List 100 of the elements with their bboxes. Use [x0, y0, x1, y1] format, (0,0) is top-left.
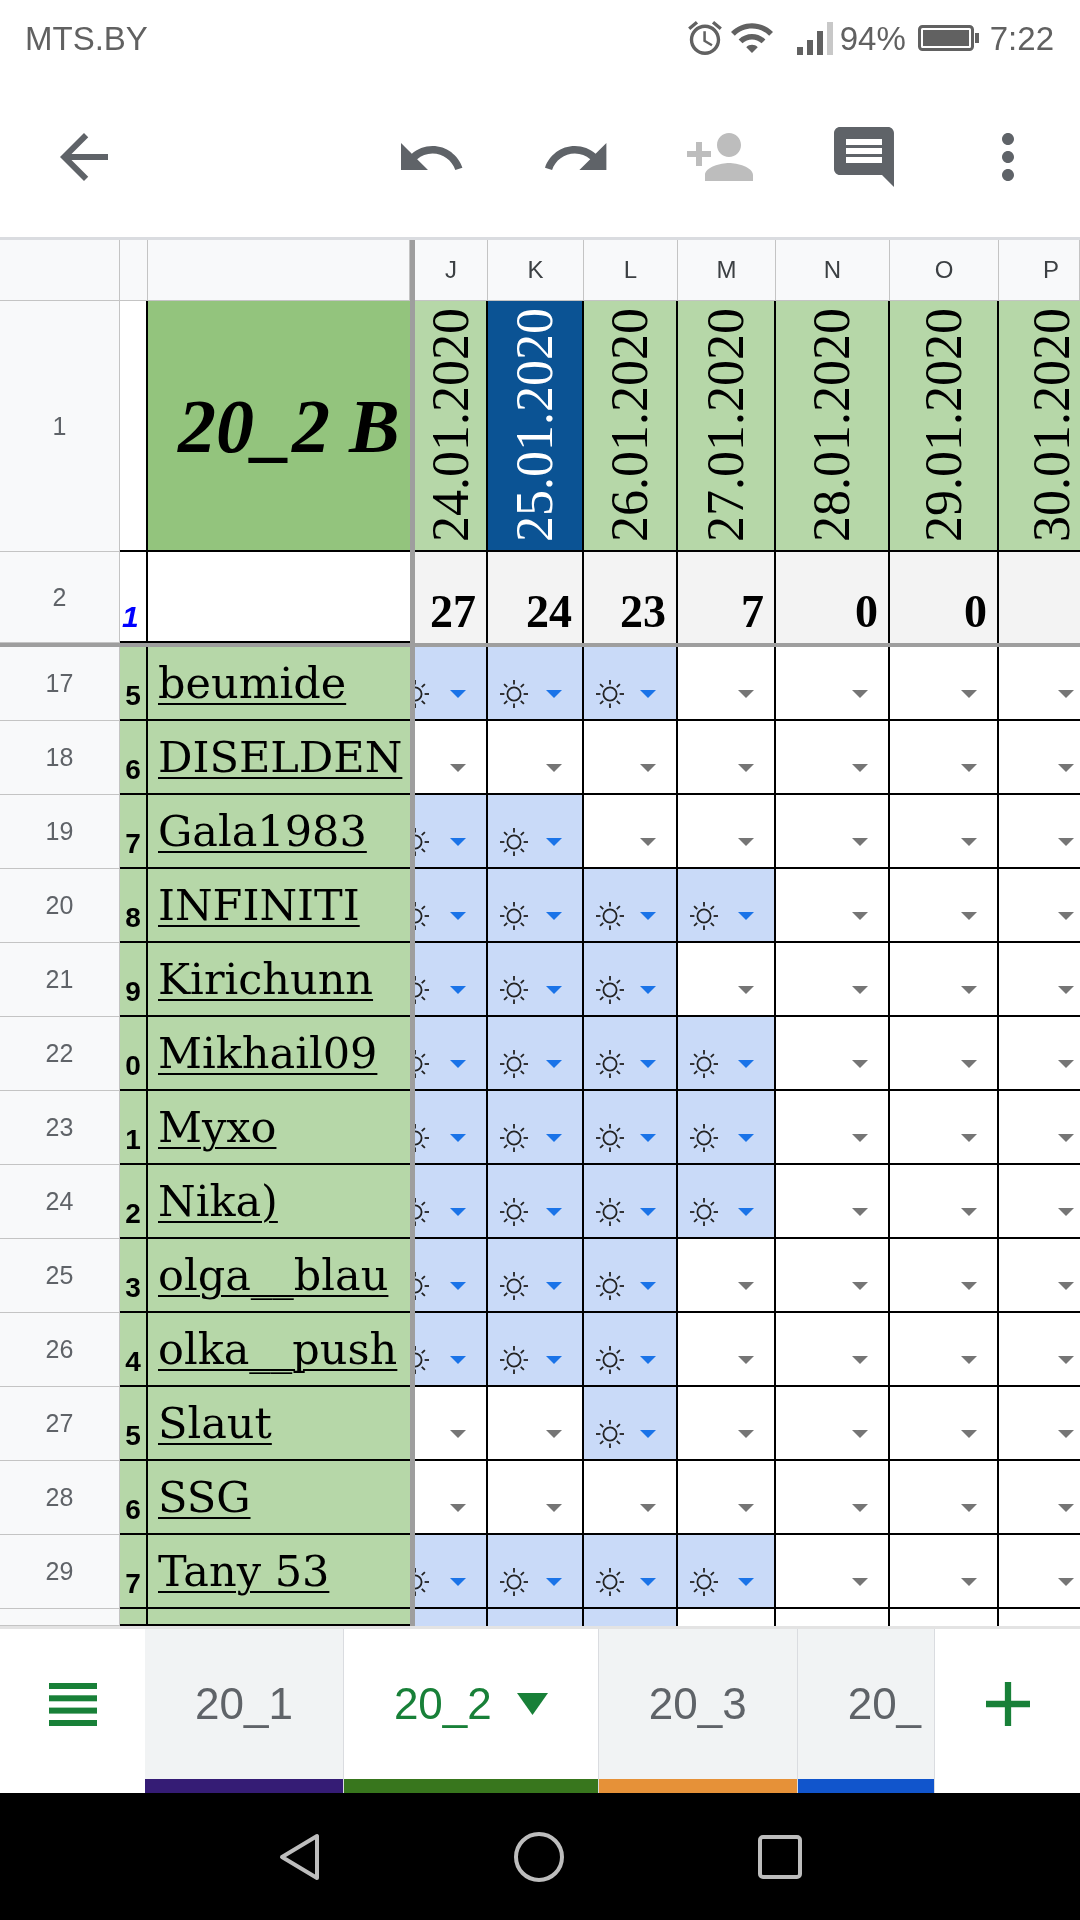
dropdown-cell[interactable] — [776, 1165, 890, 1239]
dropdown-cell[interactable] — [584, 1535, 678, 1609]
dropdown-cell[interactable] — [415, 943, 488, 1017]
name-cell[interactable]: Slaut — [148, 1387, 410, 1461]
circle-icon[interactable] — [513, 1831, 564, 1882]
name-cell[interactable]: Myxo — [148, 1091, 410, 1165]
dropdown-cell[interactable] — [890, 1313, 999, 1387]
dropdown-cell[interactable] — [678, 1165, 776, 1239]
column-header[interactable]: J — [415, 240, 488, 301]
dropdown-cell[interactable] — [488, 1313, 584, 1387]
dropdown-cell[interactable] — [415, 647, 488, 721]
dropdown-cell[interactable] — [678, 1313, 776, 1387]
dropdown-cell[interactable] — [584, 1461, 678, 1535]
row-header[interactable]: 22 — [0, 1017, 120, 1091]
dropdown-cell[interactable] — [890, 1387, 999, 1461]
dropdown-cell[interactable] — [415, 1535, 488, 1609]
name-cell[interactable]: Tany 53 — [148, 1535, 410, 1609]
dropdown-cell[interactable] — [584, 795, 678, 869]
dropdown-cell[interactable] — [890, 943, 999, 1017]
dropdown-cell[interactable] — [488, 721, 584, 795]
column-header[interactable]: L — [584, 240, 678, 301]
dropdown-cell[interactable] — [776, 721, 890, 795]
menu-icon[interactable] — [48, 1682, 97, 1726]
plus-icon[interactable] — [985, 1682, 1030, 1726]
dropdown-cell[interactable] — [890, 721, 999, 795]
dropdown-cell[interactable] — [678, 1535, 776, 1609]
dropdown-cell[interactable] — [678, 943, 776, 1017]
dropdown-cell[interactable] — [890, 1017, 999, 1091]
row-header[interactable]: 2 — [0, 552, 120, 643]
row-header[interactable]: 28 — [0, 1461, 120, 1535]
dropdown-cell[interactable] — [415, 721, 488, 795]
sheet-tab[interactable]: 20_2 — [343, 1629, 599, 1793]
dropdown-cell[interactable] — [776, 647, 890, 721]
row-header[interactable]: 20 — [0, 869, 120, 943]
dropdown-cell[interactable] — [415, 1165, 488, 1239]
dropdown-cell[interactable] — [488, 1387, 584, 1461]
row-header[interactable]: 24 — [0, 1165, 120, 1239]
dropdown-cell[interactable] — [488, 1165, 584, 1239]
sheet-tab[interactable]: 20_1 — [145, 1629, 344, 1793]
dropdown-cell[interactable] — [584, 869, 678, 943]
dropdown-cell[interactable] — [890, 1239, 999, 1313]
dropdown-cell[interactable] — [776, 869, 890, 943]
dropdown-cell[interactable] — [890, 869, 999, 943]
dropdown-cell[interactable] — [584, 1091, 678, 1165]
dropdown-cell[interactable] — [584, 1609, 678, 1626]
name-cell[interactable]: olga__blau — [148, 1239, 410, 1313]
dropdown-cell[interactable] — [584, 1313, 678, 1387]
dropdown-cell[interactable] — [678, 1091, 776, 1165]
dropdown-cell[interactable] — [584, 1017, 678, 1091]
row-header[interactable]: 26 — [0, 1313, 120, 1387]
dropdown-cell[interactable] — [890, 647, 999, 721]
square-icon[interactable] — [757, 1834, 802, 1879]
dropdown-cell[interactable] — [488, 1017, 584, 1091]
sheet-tab[interactable]: 20_ — [797, 1629, 935, 1793]
dropdown-cell[interactable] — [488, 1461, 584, 1535]
dropdown-cell[interactable] — [488, 1609, 584, 1626]
row-header[interactable]: 18 — [0, 721, 120, 795]
name-cell[interactable]: Mikhail09 — [148, 1017, 410, 1091]
dropdown-cell[interactable] — [776, 943, 890, 1017]
name-cell[interactable]: beumide — [148, 647, 410, 721]
dropdown-cell[interactable] — [678, 869, 776, 943]
dropdown-cell[interactable] — [584, 1387, 678, 1461]
dropdown-cell[interactable] — [678, 647, 776, 721]
dropdown-cell[interactable] — [584, 1165, 678, 1239]
dropdown-cell[interactable] — [776, 1387, 890, 1461]
dropdown-cell[interactable] — [488, 795, 584, 869]
dropdown-cell[interactable] — [776, 1313, 890, 1387]
dropdown-cell[interactable] — [415, 1313, 488, 1387]
dropdown-cell[interactable] — [415, 869, 488, 943]
row-header[interactable]: 25 — [0, 1239, 120, 1313]
dropdown-cell[interactable] — [890, 1461, 999, 1535]
dropdown-cell[interactable] — [678, 721, 776, 795]
name-cell[interactable]: Nika) — [148, 1165, 410, 1239]
dropdown-cell[interactable] — [415, 1017, 488, 1091]
dropdown-cell[interactable] — [678, 1461, 776, 1535]
name-cell[interactable]: SSG — [148, 1461, 410, 1535]
column-header[interactable]: N — [776, 240, 890, 301]
name-cell[interactable]: DISELDEN — [148, 721, 410, 795]
dropdown-cell[interactable] — [584, 943, 678, 1017]
dropdown-cell[interactable] — [584, 647, 678, 721]
dropdown-cell[interactable] — [776, 1017, 890, 1091]
column-header[interactable]: P — [999, 240, 1080, 301]
row-header[interactable]: 23 — [0, 1091, 120, 1165]
name-cell[interactable] — [148, 1609, 410, 1626]
dropdown-cell[interactable] — [415, 1239, 488, 1313]
dropdown-cell[interactable] — [890, 1091, 999, 1165]
dropdown-cell[interactable] — [678, 1239, 776, 1313]
dropdown-cell[interactable] — [415, 1387, 488, 1461]
corner-cell[interactable] — [0, 240, 120, 301]
dropdown-cell[interactable] — [415, 1609, 488, 1626]
dropdown-cell[interactable] — [776, 795, 890, 869]
dropdown-cell[interactable] — [488, 1535, 584, 1609]
name-cell[interactable]: INFINITI — [148, 869, 410, 943]
dropdown-cell[interactable] — [890, 795, 999, 869]
name-cell[interactable]: Kirichunn — [148, 943, 410, 1017]
dropdown-cell[interactable] — [584, 721, 678, 795]
column-header[interactable]: K — [488, 240, 584, 301]
dropdown-cell[interactable] — [415, 1091, 488, 1165]
sheet-tab[interactable]: 20_3 — [598, 1629, 798, 1793]
dropdown-cell[interactable] — [415, 1461, 488, 1535]
